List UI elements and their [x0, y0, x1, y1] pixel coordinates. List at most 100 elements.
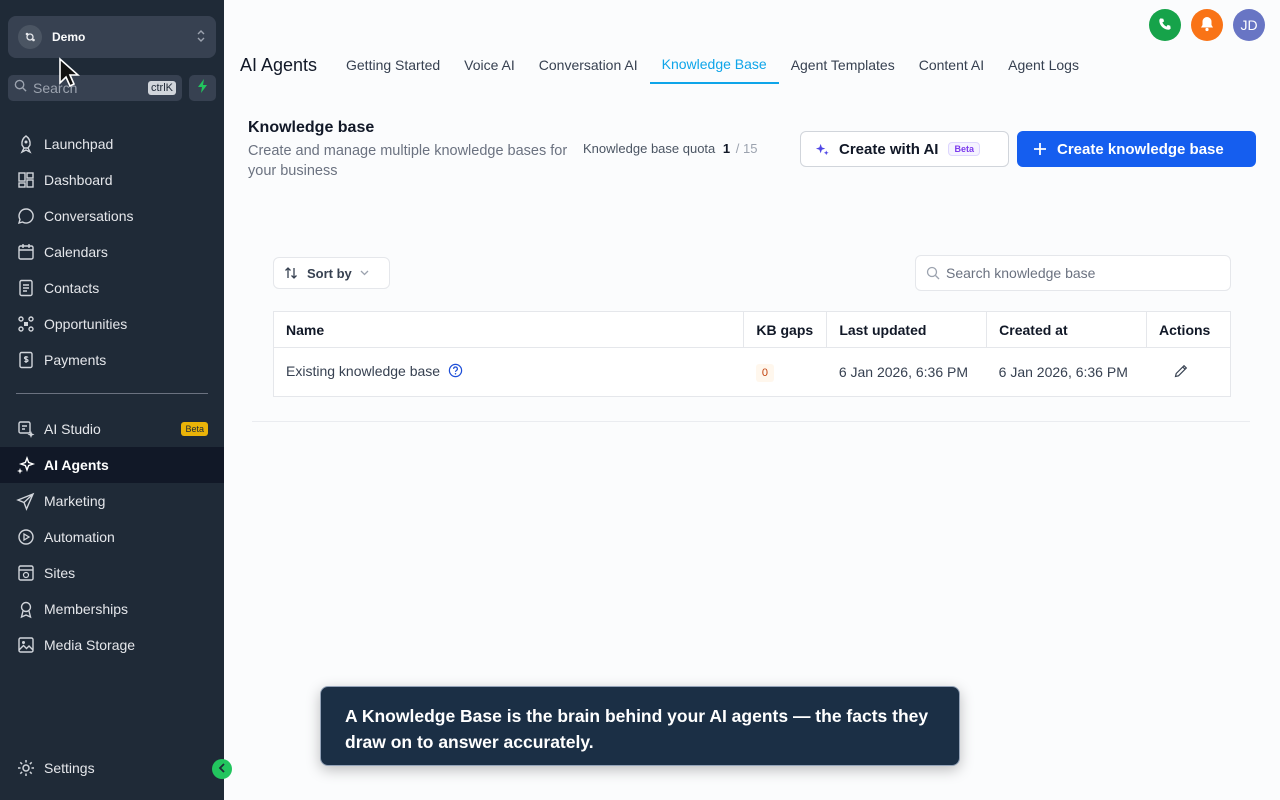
tab-knowledge-base[interactable]: Knowledge Base — [649, 46, 779, 84]
sites-icon — [18, 565, 34, 581]
sidebar-search-placeholder: Search — [33, 80, 78, 96]
help-circle-icon[interactable] — [448, 363, 463, 381]
kb-subtitle: Create and manage multiple knowledge bas… — [248, 143, 568, 179]
rocket-icon — [20, 135, 32, 154]
user-avatar[interactable]: JD — [1233, 9, 1265, 41]
tab-content-ai[interactable]: Content AI — [907, 46, 996, 84]
sidebar-item-settings[interactable]: Settings — [0, 750, 224, 786]
quota-label: Knowledge base quota — [583, 141, 716, 156]
sidebar-item-label: Opportunities — [44, 316, 128, 332]
column-header-last-updated[interactable]: Last updated — [826, 311, 988, 348]
sidebar-item-label: Calendars — [44, 244, 108, 260]
sidebar-item-media-storage[interactable]: Media Storage — [0, 627, 224, 663]
sidebar-item-label: Launchpad — [44, 136, 114, 152]
sidebar-item-automation[interactable]: Automation — [0, 519, 224, 555]
sidebar-item-contacts[interactable]: Contacts — [0, 270, 224, 306]
sidebar-item-calendars[interactable]: Calendars — [0, 234, 224, 270]
sidebar-item-ai-agents[interactable]: AI Agents — [0, 447, 224, 483]
cell-last-updated: 6 Jan 2026, 6:36 PM — [838, 364, 969, 380]
sidebar-search[interactable]: Search ctrlK — [8, 75, 182, 101]
cell-actions — [1147, 348, 1231, 397]
sidebar-item-label: Marketing — [44, 493, 106, 509]
column-header-kb-gaps[interactable]: KB gaps — [743, 311, 828, 348]
gear-icon — [18, 760, 34, 776]
sidebar-item-label: Automation — [44, 529, 115, 545]
payments-icon — [19, 351, 33, 369]
sidebar-item-opportunities[interactable]: Opportunities — [0, 306, 224, 342]
sidebar: Demo Search ctrlK Launchpad Dashboard Conv… — [0, 0, 232, 800]
calendar-icon — [18, 244, 34, 260]
contacts-icon — [19, 279, 33, 297]
account-name: Demo — [52, 30, 86, 44]
pencil-icon — [1174, 364, 1187, 377]
send-icon — [16, 492, 35, 511]
sidebar-item-label: Dashboard — [44, 172, 113, 188]
sidebar-item-memberships[interactable]: Memberships — [0, 591, 224, 627]
quota-total: / 15 — [735, 141, 758, 156]
sidebar-item-label: Payments — [44, 352, 107, 368]
sidebar-item-label: AI Studio — [44, 421, 101, 437]
avatar-initials: JD — [1240, 17, 1258, 33]
sidebar-item-conversations[interactable]: Conversations — [0, 198, 224, 234]
sidebar-item-sites[interactable]: Sites — [0, 555, 224, 591]
phone-icon — [1158, 17, 1172, 34]
plus-icon — [1033, 142, 1047, 156]
shortcut-badge: ctrlK — [148, 81, 176, 95]
sort-arrows-icon — [284, 266, 298, 280]
bolt-icon — [197, 78, 209, 98]
image-icon — [18, 637, 34, 653]
tab-agent-logs[interactable]: Agent Logs — [996, 46, 1091, 84]
sort-by-button[interactable]: Sort by — [273, 257, 390, 289]
cell-name: Existing knowledge base — [274, 348, 744, 397]
onboarding-tooltip: A Knowledge Base is the brain behind you… — [320, 686, 960, 766]
sidebar-item-label: Contacts — [44, 280, 100, 296]
sidebar-item-launchpad[interactable]: Launchpad — [0, 126, 224, 162]
sidebar-item-label: Sites — [44, 565, 76, 581]
sidebar-item-payments[interactable]: Payments — [0, 342, 224, 378]
sort-by-label: Sort by — [307, 265, 352, 281]
chevron-left-icon — [218, 760, 226, 778]
sidebar-nav-bottom: AI Studio Beta AI Agents Marketing Automatio… — [0, 411, 224, 663]
tab-agent-templates[interactable]: Agent Templates — [779, 46, 907, 84]
notifications-button[interactable] — [1191, 9, 1223, 41]
kb-table: Name KB gaps Last updated Created at Act… — [273, 311, 1231, 397]
search-icon — [926, 266, 940, 280]
kb-name-link[interactable]: Existing knowledge base — [286, 363, 440, 379]
sidebar-item-marketing[interactable]: Marketing — [0, 483, 224, 519]
tab-conversation-ai[interactable]: Conversation AI — [527, 46, 650, 84]
quick-actions-button[interactable] — [189, 75, 216, 101]
kb-search[interactable] — [915, 255, 1231, 291]
memberships-icon — [20, 601, 32, 619]
edit-button[interactable] — [1173, 363, 1189, 379]
account-switcher[interactable]: Demo — [8, 16, 216, 58]
sidebar-divider — [16, 393, 208, 394]
chevron-updown-icon — [196, 28, 206, 46]
tab-bar: Getting Started Voice AI Conversation AI Kn… — [334, 46, 1091, 88]
sidebar-item-label: AI Agents — [44, 457, 109, 473]
column-header-created-at[interactable]: Created at — [986, 311, 1147, 348]
quota-used: 1 — [722, 141, 731, 156]
collapse-sidebar-button[interactable] — [212, 759, 232, 779]
kb-quota: Knowledge base quota 1 / 15 — [583, 141, 757, 156]
column-header-name[interactable]: Name — [273, 311, 745, 348]
column-header-actions: Actions — [1146, 311, 1231, 348]
kb-title: Knowledge base — [248, 119, 375, 136]
phone-button[interactable] — [1149, 9, 1181, 41]
sidebar-item-dashboard[interactable]: Dashboard — [0, 162, 224, 198]
sidebar-nav-settings: Settings — [0, 750, 224, 786]
sparkles-icon — [815, 142, 830, 157]
account-logo-icon — [18, 25, 42, 49]
ai-studio-icon — [18, 421, 35, 438]
sidebar-item-label: Media Storage — [44, 637, 136, 653]
kb-gaps-badge: 0 — [755, 363, 774, 382]
chevron-down-icon — [360, 270, 369, 276]
tab-getting-started[interactable]: Getting Started — [334, 46, 452, 84]
create-knowledge-base-button[interactable]: Create knowledge base — [1017, 131, 1256, 167]
cell-created-at: 6 Jan 2026, 6:36 PM — [998, 364, 1128, 380]
table-row[interactable]: Existing knowledge base 0 6 Jan 2026, 6:… — [274, 348, 1231, 397]
kb-search-input[interactable] — [946, 265, 1226, 281]
tab-voice-ai[interactable]: Voice AI — [452, 46, 527, 84]
sidebar-item-ai-studio[interactable]: AI Studio Beta — [0, 411, 224, 447]
cell-kb-gaps: 0 — [744, 348, 827, 397]
create-with-ai-button[interactable]: Create with AI Beta — [800, 131, 1009, 167]
